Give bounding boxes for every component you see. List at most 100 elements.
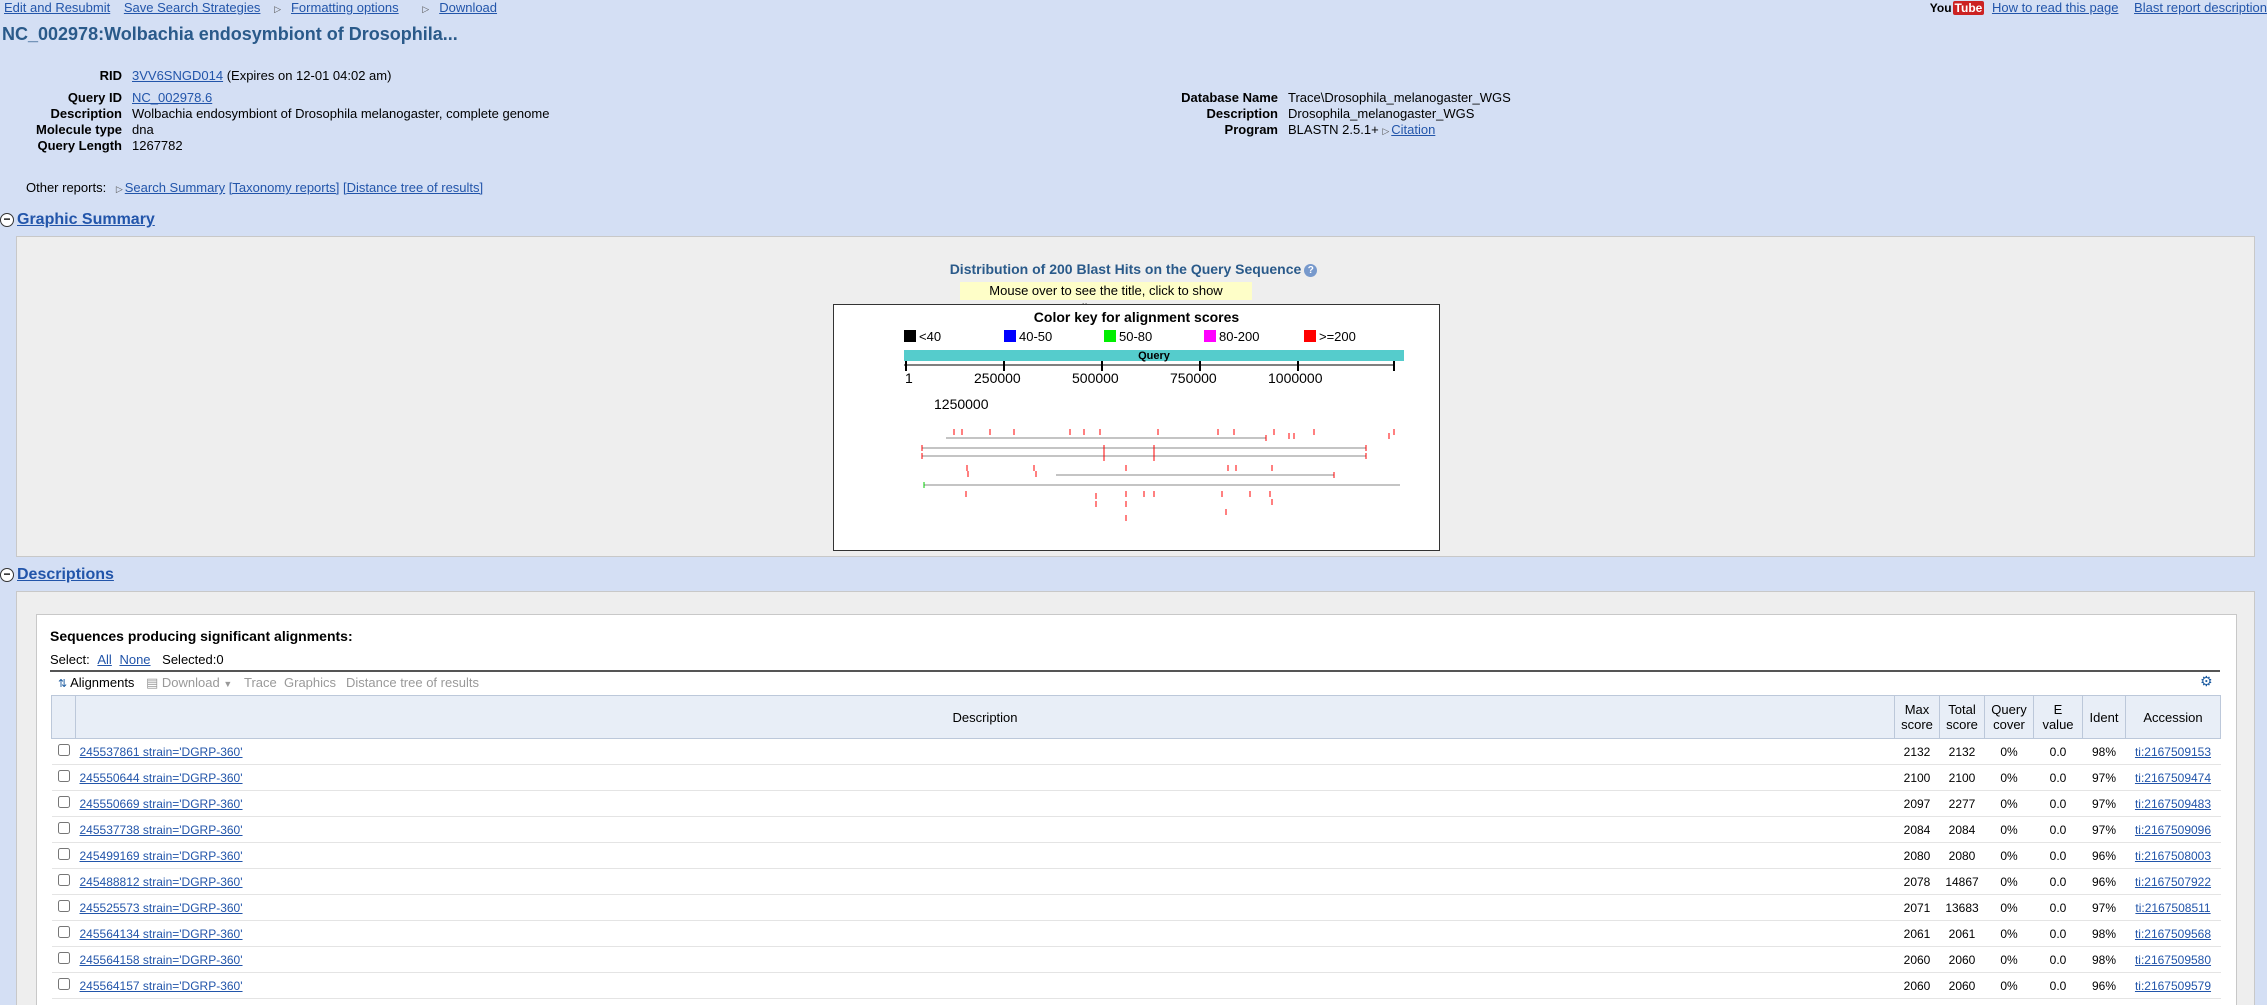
page-title: NC_002978:Wolbachia endosymbiont of Dros… — [2, 24, 458, 44]
row-checkbox-cell — [51, 868, 76, 895]
alignments-button[interactable]: ⇅ Alignments — [58, 675, 134, 690]
distance-tree-button[interactable]: Distance tree of results — [346, 675, 479, 690]
download-menu[interactable]: ▷ Download — [422, 0, 507, 15]
row-total-score: 14867 — [1939, 868, 1985, 895]
accession-column-header[interactable]: Accession — [2125, 695, 2221, 739]
edit-resubmit-link[interactable]: Edit and Resubmit — [4, 0, 110, 15]
descriptions-link[interactable]: Descriptions — [17, 566, 114, 583]
program-value: BLASTN 2.5.1+ — [1288, 122, 1379, 137]
row-description-link[interactable]: 245537861 strain='DGRP-360' — [80, 745, 243, 759]
other-reports: Other reports: ▷ Search Summary [Taxonomy… — [26, 180, 483, 195]
search-summary-link[interactable]: Search Summary — [125, 180, 225, 195]
save-strategies-link[interactable]: Save Search Strategies — [124, 0, 261, 15]
trace-button[interactable]: Trace — [244, 675, 277, 690]
graphics-button[interactable]: Graphics — [284, 675, 336, 690]
select-label: Select: — [50, 652, 90, 667]
taxonomy-reports-link[interactable]: [Taxonomy reports] — [229, 180, 340, 195]
select-none-link[interactable]: None — [119, 652, 150, 667]
row-checkbox[interactable] — [57, 848, 70, 860]
row-accession-link[interactable]: ti:2167509096 — [2135, 823, 2211, 837]
download-label[interactable]: Download — [439, 0, 497, 15]
formatting-options-menu[interactable]: ▷ Formatting options — [274, 0, 409, 15]
row-description-link[interactable]: 245564157 strain='DGRP-360' — [80, 979, 243, 993]
row-checkbox-cell — [51, 816, 76, 843]
e-value-column-header[interactable]: Evalue — [2033, 695, 2083, 739]
row-checkbox[interactable] — [57, 978, 70, 990]
hit-lines[interactable] — [921, 435, 1400, 521]
formatting-options-label[interactable]: Formatting options — [291, 0, 399, 15]
e-value-header-line2: value — [2042, 717, 2074, 732]
row-max-score: 2060 — [1894, 972, 1940, 999]
distance-tree-link[interactable]: [Distance tree of results] — [343, 180, 483, 195]
row-e-value: 0.0 — [2033, 842, 2083, 869]
row-ident: 97% — [2082, 790, 2126, 817]
row-query-cover: 0% — [1984, 894, 2034, 921]
top-right-links: You Tube How to read this page Blast repo… — [1906, 0, 2267, 15]
row-description-link[interactable]: 245499169 strain='DGRP-360' — [80, 849, 243, 863]
row-accession-link[interactable]: ti:2167509483 — [2135, 797, 2211, 811]
row-accession-link[interactable]: ti:2167509474 — [2135, 771, 2211, 785]
gear-icon[interactable]: ⚙ — [2200, 673, 2213, 690]
row-description-link[interactable]: 245564134 strain='DGRP-360' — [80, 927, 243, 941]
row-description-link[interactable]: 245537738 strain='DGRP-360' — [80, 823, 243, 837]
row-description-link[interactable]: 245550669 strain='DGRP-360' — [80, 797, 243, 811]
row-description-link[interactable]: 245488812 strain='DGRP-360' — [80, 875, 243, 889]
scale-tick-label: 250000 — [974, 370, 1021, 386]
molecule-row: Molecule type dna — [26, 122, 154, 137]
description-column-header[interactable]: Description — [75, 695, 1895, 739]
row-checkbox-cell — [51, 738, 76, 765]
row-checkbox[interactable] — [57, 822, 70, 834]
graphic-summary-link[interactable]: Graphic Summary — [17, 211, 155, 228]
row-accession-link[interactable]: ti:2167509153 — [2135, 745, 2211, 759]
row-checkbox-cell — [51, 894, 76, 921]
select-all-link[interactable]: All — [97, 652, 111, 667]
row-accession-link[interactable]: ti:2167509579 — [2135, 979, 2211, 993]
mouse-over-note: Mouse over to see the title, click to sh… — [960, 282, 1252, 316]
row-description-cell: 245550669 strain='DGRP-360' — [75, 790, 1895, 817]
row-description-cell: 245499169 strain='DGRP-360' — [75, 842, 1895, 869]
how-to-read-link[interactable]: How to read this page — [1992, 0, 2118, 15]
row-checkbox-cell — [51, 920, 76, 947]
help-icon[interactable]: ? — [1304, 264, 1318, 277]
row-total-score: 2060 — [1939, 946, 1985, 973]
row-checkbox[interactable] — [57, 952, 70, 964]
row-checkbox[interactable] — [57, 900, 70, 912]
collapse-minus-icon[interactable]: − — [0, 568, 14, 582]
description-label: Description — [50, 106, 122, 121]
blast-report-description-link[interactable]: Blast report description — [2134, 0, 2267, 15]
row-max-score: 2132 — [1894, 738, 1940, 765]
row-description-cell: 245564158 strain='DGRP-360' — [75, 946, 1895, 973]
hit-distribution-graphic[interactable]: Color key for alignment scores <40 40-50… — [833, 304, 1440, 551]
row-checkbox[interactable] — [57, 770, 70, 782]
row-description-cell: 245564134 strain='DGRP-360' — [75, 920, 1895, 947]
results-toolbar: ⇅ Alignments ▤ Download ▼ Trace Graphics… — [50, 670, 2220, 696]
row-checkbox[interactable] — [57, 926, 70, 938]
row-accession-link[interactable]: ti:2167507922 — [2135, 875, 2211, 889]
row-accession-link[interactable]: ti:2167509580 — [2135, 953, 2211, 967]
total-score-column-header[interactable]: Total score — [1939, 695, 1985, 739]
max-score-column-header[interactable]: Max score — [1894, 695, 1940, 739]
row-accession-link[interactable]: ti:2167508003 — [2135, 849, 2211, 863]
row-accession-link[interactable]: ti:2167508511 — [2135, 901, 2210, 915]
ident-column-header[interactable]: Ident — [2082, 695, 2126, 739]
row-checkbox[interactable] — [57, 796, 70, 808]
youtube-logo-icon[interactable]: You Tube — [1918, 1, 1985, 15]
row-query-cover: 0% — [1984, 764, 2034, 791]
row-accession-link[interactable]: ti:2167509568 — [2135, 927, 2211, 941]
query-id-link[interactable]: NC_002978.6 — [132, 90, 212, 105]
row-description-link[interactable]: 245525573 strain='DGRP-360' — [80, 901, 243, 915]
scale-tick-label: 1000000 — [1268, 370, 1323, 386]
query-cover-column-header[interactable]: Query cover — [1984, 695, 2034, 739]
rid-link[interactable]: 3VV6SNGD014 — [132, 68, 223, 83]
row-checkbox[interactable] — [57, 874, 70, 886]
download-button[interactable]: ▤ Download ▼ — [146, 675, 232, 691]
descriptions-header: − Descriptions — [0, 566, 114, 584]
row-e-value: 0.0 — [2033, 972, 2083, 999]
row-ident: 96% — [2082, 842, 2126, 869]
row-description-link[interactable]: 245550644 strain='DGRP-360' — [80, 771, 243, 785]
row-description-link[interactable]: 245564158 strain='DGRP-360' — [80, 953, 243, 967]
citation-link[interactable]: Citation — [1391, 122, 1435, 137]
collapse-minus-icon[interactable]: − — [0, 213, 14, 227]
row-query-cover: 0% — [1984, 920, 2034, 947]
row-checkbox[interactable] — [57, 744, 70, 756]
